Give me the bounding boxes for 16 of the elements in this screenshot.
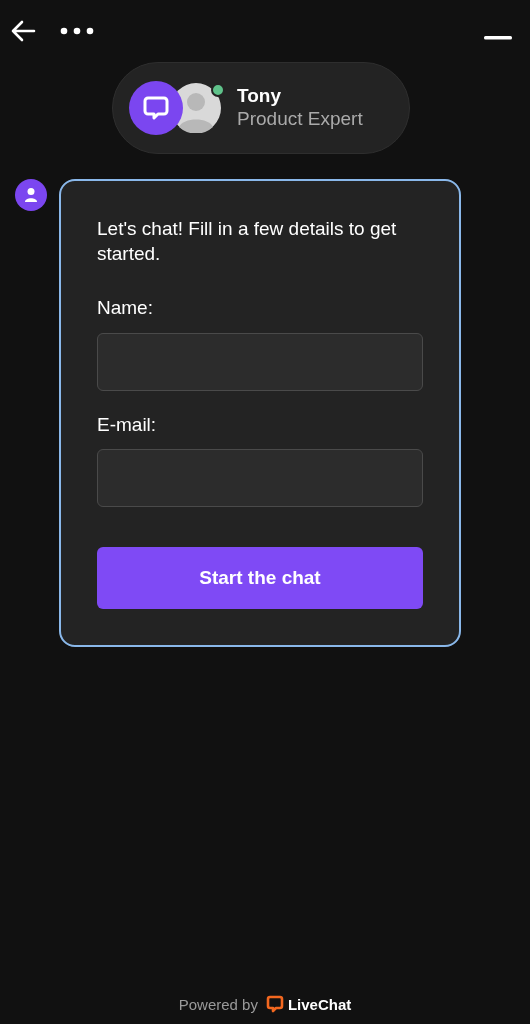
more-icon[interactable] (60, 27, 94, 35)
intro-text: Let's chat! Fill in a few details to get started. (97, 217, 398, 266)
field-label: Name: (97, 296, 154, 321)
chat-logo-icon (265, 995, 284, 1015)
agent-role: Product Expert (237, 108, 363, 131)
input-field[interactable] (97, 332, 423, 391)
user-avatar-icon (15, 179, 47, 211)
field-label: E-mail: (97, 412, 158, 437)
chat-logo-icon (129, 81, 183, 135)
back-icon[interactable] (10, 20, 36, 42)
minimize-icon[interactable] (484, 36, 512, 40)
start-chat-button[interactable]: Start the chat (97, 547, 423, 610)
brand-name[interactable]: LiveChat (287, 993, 352, 1016)
agent-name: Tony (237, 85, 282, 108)
powered-by-text: Powered by (178, 994, 258, 1015)
input-field[interactable] (97, 449, 423, 508)
